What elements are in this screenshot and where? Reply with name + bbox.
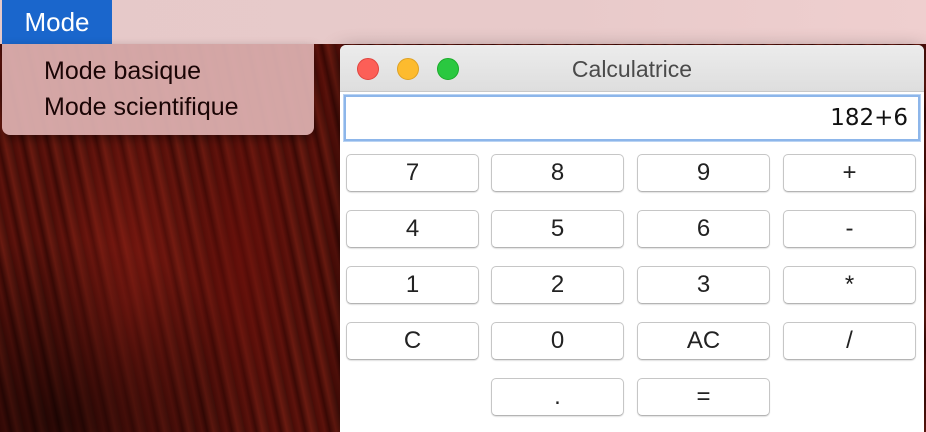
key-6[interactable]: 6: [637, 210, 770, 248]
key-3[interactable]: 3: [637, 266, 770, 304]
menu-mode[interactable]: Mode: [2, 0, 112, 44]
key-all-clear[interactable]: AC: [637, 322, 770, 360]
key-multiply[interactable]: *: [783, 266, 916, 304]
key-2[interactable]: 2: [491, 266, 624, 304]
key-clear[interactable]: C: [346, 322, 479, 360]
key-plus[interactable]: +: [783, 154, 916, 192]
calculator-window: Calculatrice 7 8 9 + 4 5 6 - 1 2 3 * C 0…: [340, 45, 924, 432]
key-equals[interactable]: =: [637, 378, 770, 416]
calculator-content: [340, 92, 924, 432]
menu-bar: Mode: [0, 0, 926, 44]
calculator-display[interactable]: [344, 95, 920, 141]
key-5[interactable]: 5: [491, 210, 624, 248]
key-1[interactable]: 1: [346, 266, 479, 304]
key-0[interactable]: 0: [491, 322, 624, 360]
menu-item-mode-basique[interactable]: Mode basique: [44, 57, 201, 86]
key-divide[interactable]: /: [783, 322, 916, 360]
mode-dropdown-menu: Mode basique Mode scientifique: [2, 44, 314, 135]
window-title: Calculatrice: [571, 56, 693, 82]
key-minus[interactable]: -: [783, 210, 916, 248]
window-titlebar[interactable]: Calculatrice: [340, 45, 924, 92]
key-decimal-point[interactable]: .: [491, 378, 624, 416]
key-9[interactable]: 9: [637, 154, 770, 192]
key-4[interactable]: 4: [346, 210, 479, 248]
menu-item-mode-scientifique[interactable]: Mode scientifique: [44, 93, 239, 122]
key-7[interactable]: 7: [346, 154, 479, 192]
key-8[interactable]: 8: [491, 154, 624, 192]
